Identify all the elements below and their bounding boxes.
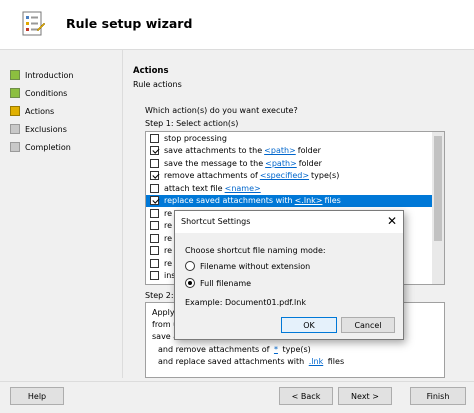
action-param-link[interactable]: <path>: [265, 159, 297, 168]
section-title: Actions: [133, 66, 169, 76]
dialog-titlebar: Shortcut Settings ✕: [175, 211, 403, 233]
step-current-icon: [10, 106, 20, 116]
sidebar-step-label: Introduction: [25, 70, 74, 80]
action-item[interactable]: save attachments to the <path> folder: [146, 145, 444, 158]
help-button[interactable]: Help: [10, 387, 64, 405]
action-checkbox[interactable]: [150, 146, 159, 156]
sidebar-step-label: Completion: [25, 142, 71, 152]
next-button[interactable]: Next >: [338, 387, 392, 405]
sidebar-step-conditions: Conditions: [10, 84, 122, 102]
sidebar-step-completion: Completion: [10, 138, 122, 156]
sidebar-step-label: Conditions: [25, 88, 68, 98]
finish-button[interactable]: Finish: [410, 387, 466, 405]
sidebar-divider: [122, 50, 123, 378]
sidebar-step-introduction: Introduction: [10, 66, 122, 84]
action-param-link[interactable]: <name>: [225, 184, 261, 193]
action-checkbox[interactable]: [150, 133, 159, 143]
description-param-link[interactable]: *: [274, 345, 278, 354]
wizard-header: Rule setup wizard: [0, 0, 474, 50]
list-scrollbar-thumb[interactable]: [434, 136, 442, 241]
sidebar-step-exclusions: Exclusions: [10, 120, 122, 138]
actions-question: Which action(s) do you want execute?: [145, 106, 298, 115]
step-done-icon: [10, 70, 20, 80]
step-pending-icon: [10, 124, 20, 134]
radio-button-selected[interactable]: [185, 278, 195, 288]
action-checkbox[interactable]: [150, 246, 159, 256]
step1-label: Step 1: Select action(s): [145, 119, 239, 128]
back-button[interactable]: < Back: [279, 387, 333, 405]
action-item[interactable]: stop processing: [146, 132, 444, 145]
sidebar-step-label: Exclusions: [25, 124, 67, 134]
action-param-link[interactable]: <.lnk>: [295, 196, 323, 205]
sidebar-step-label: Actions: [25, 106, 55, 116]
section-subtitle: Rule actions: [133, 80, 182, 89]
step-done-icon: [10, 88, 20, 98]
close-icon[interactable]: ✕: [387, 214, 397, 228]
sidebar-step-actions: Actions: [10, 102, 122, 120]
step2-label: Step 2:: [145, 291, 174, 300]
action-checkbox[interactable]: [150, 196, 159, 206]
cancel-button[interactable]: Cancel: [341, 317, 395, 333]
action-item-selected[interactable]: replace saved attachments with <.lnk> fi…: [146, 194, 444, 207]
dialog-prompt: Choose shortcut file naming mode:: [185, 246, 326, 255]
radio-option-without-extension[interactable]: Filename without extension: [185, 261, 310, 271]
action-item[interactable]: attach text file <name>: [146, 182, 444, 195]
action-checkbox[interactable]: [150, 183, 159, 193]
shortcut-settings-dialog: Shortcut Settings ✕ Choose shortcut file…: [174, 210, 404, 340]
list-scrollbar[interactable]: [432, 132, 444, 284]
radio-button[interactable]: [185, 261, 195, 271]
step-pending-icon: [10, 142, 20, 152]
wizard-title: Rule setup wizard: [66, 16, 193, 31]
dialog-example-text: Example: Document01.pdf.lnk: [185, 298, 306, 307]
radio-option-full-filename[interactable]: Full filename: [185, 278, 251, 288]
action-item[interactable]: remove attachments of <specified> type(s…: [146, 170, 444, 183]
action-checkbox[interactable]: [150, 171, 159, 181]
ok-button[interactable]: OK: [281, 317, 337, 333]
action-checkbox[interactable]: [150, 208, 159, 218]
action-checkbox[interactable]: [150, 271, 159, 281]
action-checkbox[interactable]: [150, 233, 159, 243]
wizard-icon: [22, 11, 46, 36]
action-item[interactable]: save the message to the <path> folder: [146, 157, 444, 170]
dialog-title: Shortcut Settings: [181, 217, 251, 226]
action-param-link[interactable]: <path>: [264, 146, 296, 155]
footer-divider: [0, 381, 474, 382]
action-checkbox[interactable]: [150, 158, 159, 168]
wizard-steps-sidebar: Introduction Conditions Actions Exclusio…: [10, 66, 122, 156]
description-line: and remove attachments of * type(s): [158, 344, 311, 354]
description-line: and replace saved attachments with .lnk …: [158, 356, 345, 366]
action-checkbox[interactable]: [150, 258, 159, 268]
action-checkbox[interactable]: [150, 221, 159, 231]
description-param-link[interactable]: .lnk: [309, 357, 323, 366]
action-param-link[interactable]: <specified>: [260, 171, 309, 180]
